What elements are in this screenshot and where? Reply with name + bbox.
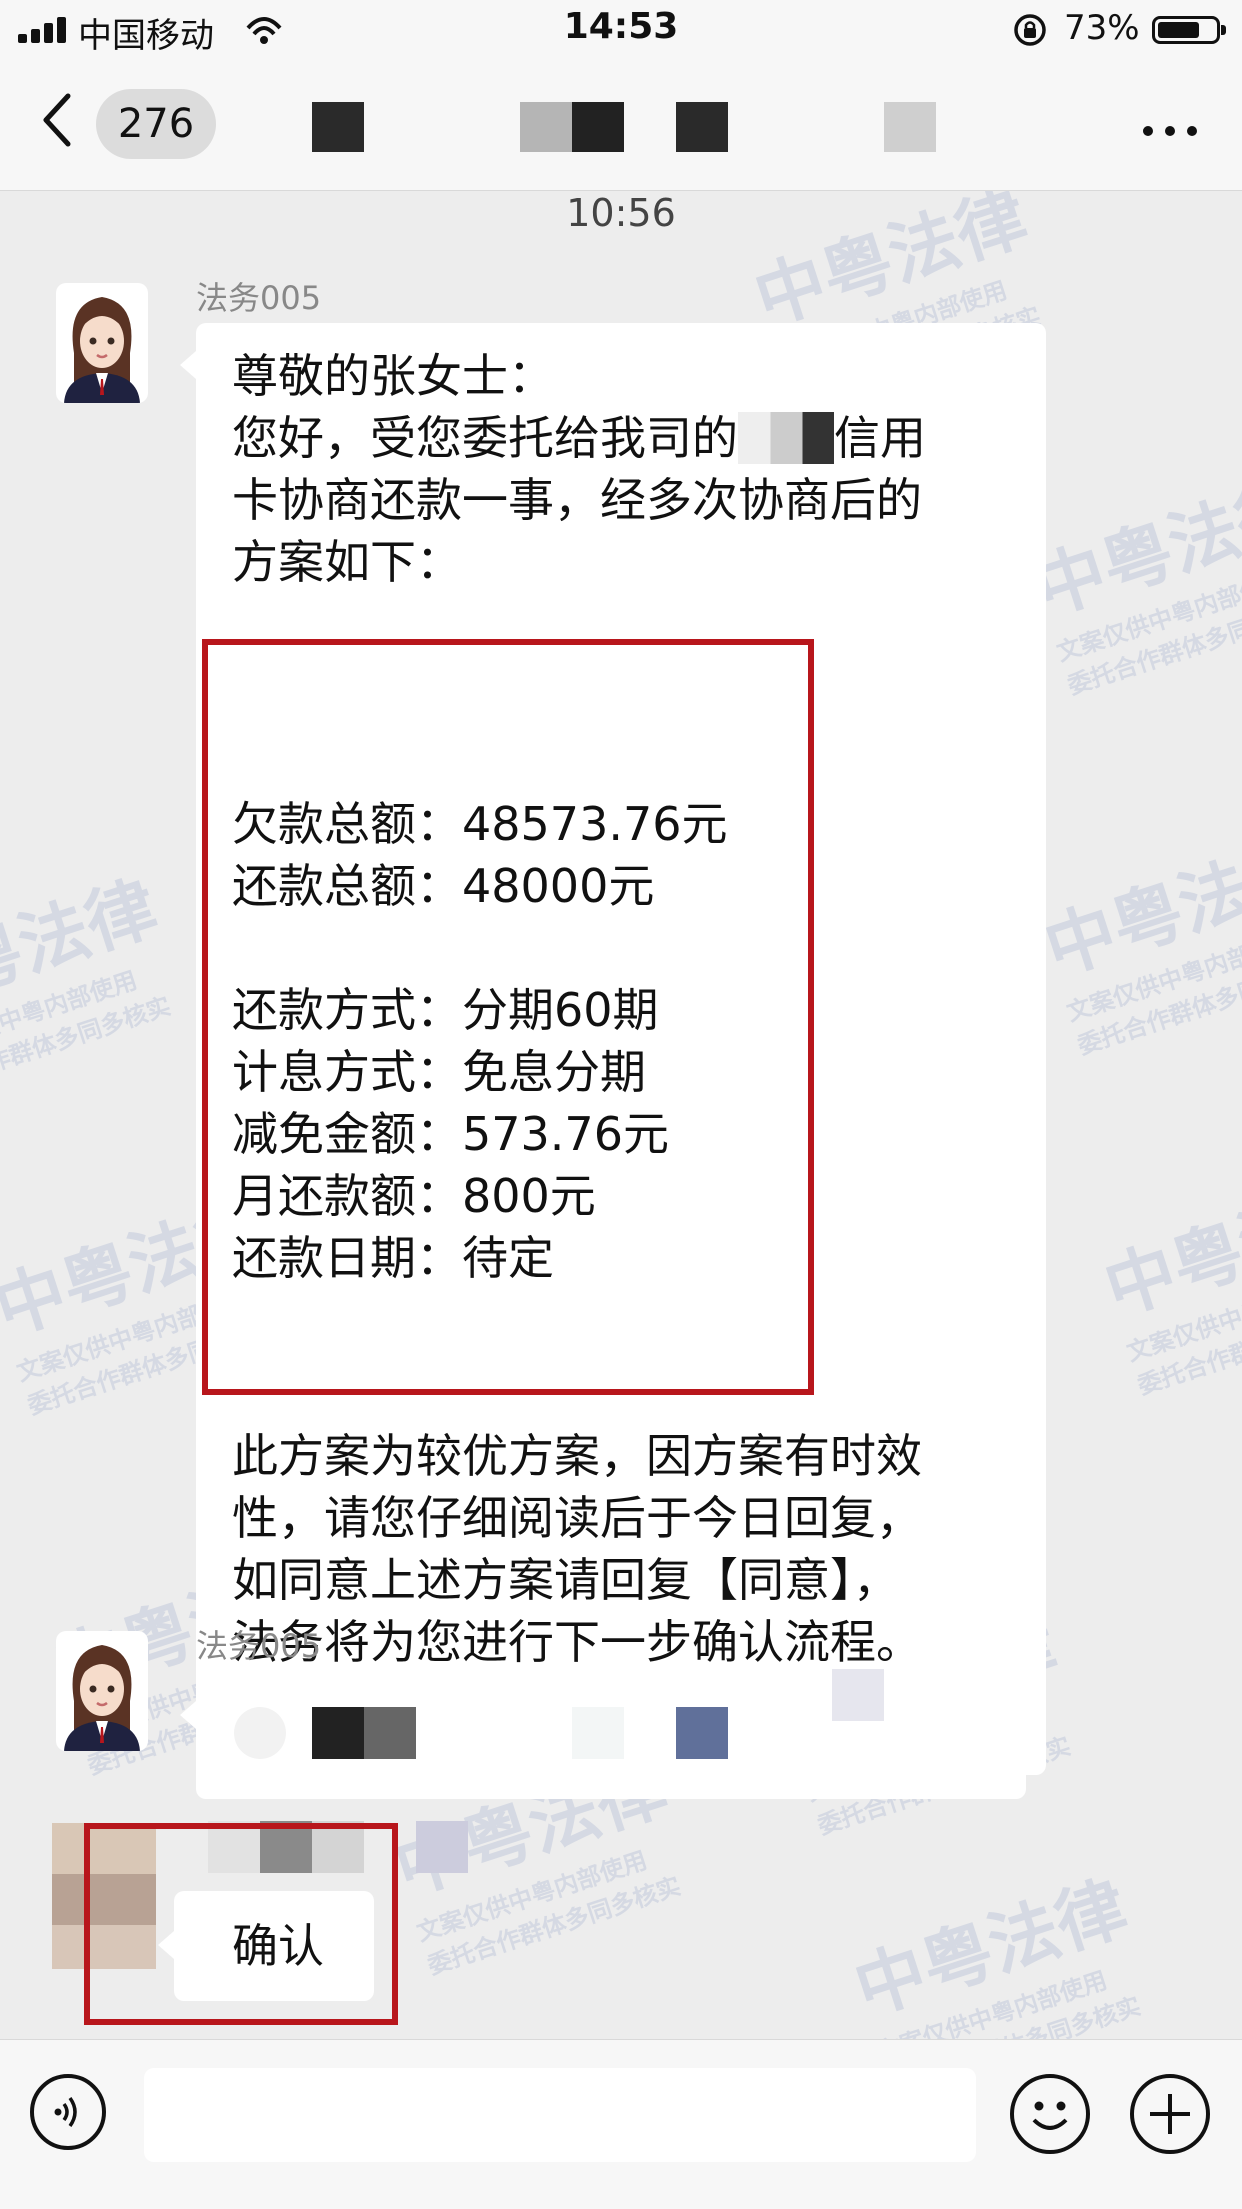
redacted-content bbox=[572, 1707, 624, 1759]
redacted-content bbox=[832, 1669, 884, 1721]
message-list[interactable]: 中粤法律文案仅供中粤内部使用委托合作群体多同多核实 中粤法律文案仅供中粤内部使用… bbox=[0, 191, 1242, 2039]
sender-name-redacted bbox=[416, 1821, 468, 1873]
clock: 14:53 bbox=[563, 6, 679, 47]
message-text: 您好，受您委托给我司的 bbox=[232, 411, 738, 465]
redacted-bank-name bbox=[738, 412, 834, 464]
chevron-left-icon[interactable] bbox=[38, 90, 94, 150]
chat-header: 276 bbox=[0, 62, 1242, 191]
ellipsis-icon[interactable] bbox=[1140, 94, 1200, 154]
watermark: 中粤法律文案仅供中粤内部使用委托合作群体多同多核实 bbox=[1025, 466, 1242, 701]
watermark: 中粤法律文案仅供中粤内部使用委托合作群体多同多核实 bbox=[845, 1866, 1144, 2039]
message-bubble[interactable] bbox=[196, 1669, 1026, 1799]
voice-icon[interactable] bbox=[30, 2074, 106, 2150]
status-bar: 中国移动 14:53 73% bbox=[0, 0, 1242, 62]
highlight-frame bbox=[202, 639, 814, 1395]
avatar[interactable] bbox=[56, 283, 148, 403]
chat-title-redacted bbox=[884, 102, 936, 152]
battery-percent: 73% bbox=[1064, 8, 1140, 48]
bubble-tail bbox=[180, 351, 196, 379]
message-input[interactable] bbox=[144, 2068, 976, 2162]
avatar[interactable] bbox=[56, 1631, 148, 1751]
redacted-content bbox=[676, 1707, 728, 1759]
highlight-frame bbox=[84, 1823, 398, 2025]
input-bar bbox=[0, 2039, 1242, 2209]
chat-title-redacted bbox=[572, 102, 624, 152]
chat-title-redacted bbox=[312, 102, 364, 152]
bubble-tail bbox=[180, 1701, 196, 1729]
sender-name: 法务005 bbox=[196, 1627, 322, 1665]
chat-title-redacted bbox=[676, 102, 728, 152]
chat-title-redacted bbox=[520, 102, 572, 152]
message-greeting: 尊敬的张女士： bbox=[232, 349, 554, 403]
battery-icon bbox=[1152, 16, 1226, 44]
message-text: 方案如下： bbox=[232, 535, 462, 589]
message-closing: 此方案为较优方案，因方案有时效 性，请您仔细阅读后于今日回复， 如同意上述方案请… bbox=[232, 1429, 922, 1669]
plus-icon[interactable] bbox=[1130, 2074, 1210, 2154]
redacted-content bbox=[312, 1707, 364, 1759]
redacted-content bbox=[364, 1707, 416, 1759]
watermark: 中粤法律文案仅供中粤内部使用委托合作群体多同多核实 bbox=[1035, 826, 1242, 1061]
rotation-lock-icon bbox=[1010, 10, 1050, 59]
message-text: 卡协商还款一事，经多次协商后的 bbox=[232, 473, 922, 527]
emoji-icon[interactable] bbox=[1010, 2074, 1090, 2154]
message-timestamp: 10:56 bbox=[566, 191, 676, 235]
message-text: 信用 bbox=[834, 411, 926, 465]
redacted-content bbox=[234, 1707, 286, 1759]
unread-count-badge[interactable]: 276 bbox=[96, 89, 216, 159]
sender-name: 法务005 bbox=[196, 279, 322, 317]
watermark: 中粤法律文案仅供中粤内部使用委托合作群体多同多核实 bbox=[0, 866, 175, 1101]
watermark: 中粤法律文案仅供中粤内部使用委托合作群体多同多核实 bbox=[1095, 1166, 1242, 1401]
